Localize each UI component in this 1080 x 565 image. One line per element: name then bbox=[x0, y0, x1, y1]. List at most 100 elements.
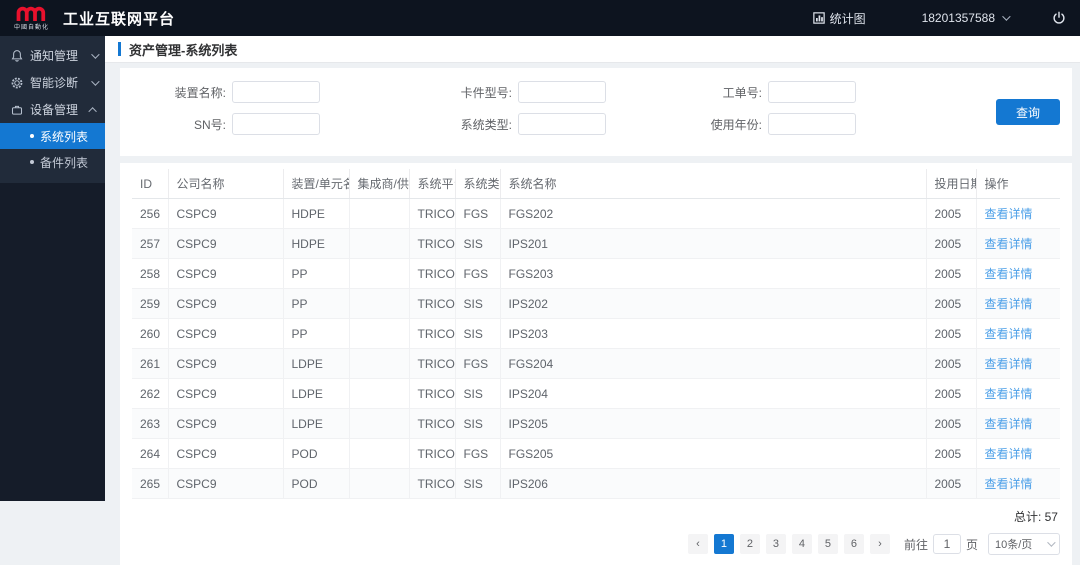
total-count: 总计: 57 bbox=[1013, 510, 1058, 524]
table-cell: PP bbox=[283, 258, 350, 289]
table-cell: FGS bbox=[455, 348, 501, 379]
device-name-input[interactable] bbox=[232, 81, 320, 103]
table-cell-actions: 查看详情 bbox=[976, 198, 1060, 229]
page-button-2[interactable]: 2 bbox=[739, 534, 760, 554]
system-table: ID 公司名称 装置/单元名称 集成商/供应商 系统平台 系统类型 系统名称 投… bbox=[132, 169, 1060, 499]
column-header: 集成商/供应商 bbox=[349, 169, 410, 199]
page-button-1[interactable]: 1 bbox=[713, 534, 734, 554]
card-model-input[interactable] bbox=[518, 81, 606, 103]
gear-icon bbox=[11, 76, 24, 89]
view-details-link[interactable]: 查看详情 bbox=[985, 327, 1033, 341]
prev-page-button[interactable]: ‹ bbox=[687, 534, 708, 554]
view-details-link[interactable]: 查看详情 bbox=[985, 357, 1033, 371]
view-details-link[interactable]: 查看详情 bbox=[985, 297, 1033, 311]
stats-label: 统计图 bbox=[829, 11, 866, 26]
table-cell: 262 bbox=[132, 378, 169, 409]
table-cell: 261 bbox=[132, 348, 169, 379]
page-button-3[interactable]: 3 bbox=[765, 534, 786, 554]
table-cell: TRICON bbox=[409, 438, 456, 469]
logout-button[interactable] bbox=[1052, 11, 1066, 25]
table-cell: SIS bbox=[455, 288, 501, 319]
table-row: 263CSPC9LDPE TRICONSISIPS2052005 查看详情 bbox=[132, 408, 1060, 439]
logo-subtitle: 中國自動化 bbox=[14, 24, 50, 31]
search-button[interactable]: 查询 bbox=[996, 99, 1060, 125]
sidebar-item-spare-parts-list[interactable]: 备件列表 bbox=[0, 149, 105, 175]
work-order-input[interactable] bbox=[768, 81, 856, 103]
system-type-input[interactable] bbox=[518, 113, 606, 135]
column-header: 系统类型 bbox=[455, 169, 501, 199]
table-row: 258CSPC9PP TRICONFGSFGS2032005 查看详情 bbox=[132, 258, 1060, 289]
page-button-5[interactable]: 5 bbox=[817, 534, 838, 554]
table-cell: TRICON bbox=[409, 288, 456, 319]
chevron-down-icon bbox=[1047, 538, 1056, 547]
table-cell bbox=[349, 258, 410, 289]
table-cell: TRICON bbox=[409, 378, 456, 409]
sidebar-item-diagnosis[interactable]: 智能诊断 bbox=[0, 69, 105, 96]
sidebar-item-system-list[interactable]: 系统列表 bbox=[0, 123, 105, 149]
pagination: ‹ 123456 › 前往 页 10条/页 bbox=[132, 533, 1060, 555]
view-details-link[interactable]: 查看详情 bbox=[985, 207, 1033, 221]
table-cell: 257 bbox=[132, 228, 169, 259]
table-cell: 2005 bbox=[926, 378, 977, 409]
usage-year-input[interactable] bbox=[768, 113, 856, 135]
chevron-down-icon bbox=[91, 76, 100, 86]
table-cell: 2005 bbox=[926, 258, 977, 289]
bell-icon bbox=[11, 49, 24, 62]
page-title: 工业互联网平台 bbox=[63, 10, 176, 28]
page-button-4[interactable]: 4 bbox=[791, 534, 812, 554]
main-content: 资产管理-系统列表 装置名称: 卡件型号: 工单号: SN号: 系统类型: 使用… bbox=[105, 36, 1080, 565]
sub-item-label: 备件列表 bbox=[40, 155, 89, 170]
goto-page-input[interactable] bbox=[932, 534, 961, 554]
table-cell: CSPC9 bbox=[168, 378, 284, 409]
table-cell bbox=[349, 228, 410, 259]
page-button-6[interactable]: 6 bbox=[843, 534, 864, 554]
sn-input[interactable] bbox=[232, 113, 320, 135]
table-cell: IPS201 bbox=[500, 228, 927, 259]
table-cell: 2005 bbox=[926, 228, 977, 259]
view-details-link[interactable]: 查看详情 bbox=[985, 267, 1033, 281]
sidebar-item-label: 设备管理 bbox=[30, 103, 79, 117]
breadcrumb-accent-bar bbox=[118, 42, 121, 56]
table-cell: FGS204 bbox=[500, 348, 927, 379]
table-row: 261CSPC9LDPE TRICONFGSFGS2042005 查看详情 bbox=[132, 348, 1060, 379]
field-label: 系统类型: bbox=[460, 117, 512, 132]
table-cell: FGS bbox=[455, 438, 501, 469]
table-cell: 2005 bbox=[926, 348, 977, 379]
table-cell bbox=[349, 198, 410, 229]
view-details-link[interactable]: 查看详情 bbox=[985, 387, 1033, 401]
stats-chart-menu[interactable]: 统计图 bbox=[812, 10, 866, 27]
table-cell: TRICON bbox=[409, 228, 456, 259]
view-details-link[interactable]: 查看详情 bbox=[985, 237, 1033, 251]
table-cell: LDPE bbox=[283, 408, 350, 439]
table-row: 256CSPC9HDPE TRICONFGSFGS2022005 查看详情 bbox=[132, 198, 1060, 229]
table-row: 262CSPC9LDPE TRICONSISIPS2042005 查看详情 bbox=[132, 378, 1060, 409]
next-page-button[interactable]: › bbox=[869, 534, 890, 554]
table-cell-actions: 查看详情 bbox=[976, 258, 1060, 289]
table-cell: IPS203 bbox=[500, 318, 927, 349]
page-size-select[interactable]: 10条/页 bbox=[988, 533, 1060, 555]
user-account-menu[interactable]: 18201357588 bbox=[922, 11, 1011, 25]
chevron-down-icon bbox=[91, 49, 100, 59]
bullet-icon bbox=[30, 160, 34, 164]
sidebar-item-equipment[interactable]: 设备管理 bbox=[0, 96, 105, 123]
table-cell: CSPC9 bbox=[168, 198, 284, 229]
column-header: 投用日期 bbox=[926, 169, 977, 199]
sub-item-label: 系统列表 bbox=[40, 129, 89, 144]
table-cell: IPS205 bbox=[500, 408, 927, 439]
table-cell: TRICON bbox=[409, 198, 456, 229]
view-details-link[interactable]: 查看详情 bbox=[985, 447, 1033, 461]
table-cell: FGS bbox=[455, 198, 501, 229]
table-row: 260CSPC9PP TRICONSISIPS2032005 查看详情 bbox=[132, 318, 1060, 349]
view-details-link[interactable]: 查看详情 bbox=[985, 477, 1033, 491]
view-details-link[interactable]: 查看详情 bbox=[985, 417, 1033, 431]
table-cell: PP bbox=[283, 288, 350, 319]
table-cell: HDPE bbox=[283, 228, 350, 259]
table-cell: CSPC9 bbox=[168, 288, 284, 319]
table-cell-actions: 查看详情 bbox=[976, 348, 1060, 379]
table-cell bbox=[349, 288, 410, 319]
column-header: 装置/单元名称 bbox=[283, 169, 350, 199]
column-header: 操作 bbox=[976, 169, 1060, 199]
table-cell: 2005 bbox=[926, 198, 977, 229]
table-cell: CSPC9 bbox=[168, 318, 284, 349]
sidebar-item-notifications[interactable]: 通知管理 bbox=[0, 42, 105, 69]
